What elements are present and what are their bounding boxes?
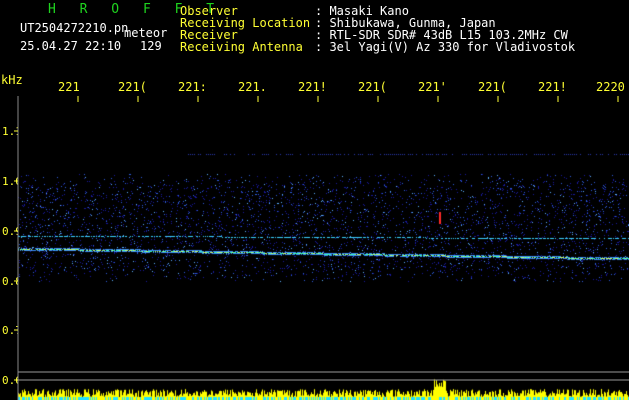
frequency-unit: kHz — [1, 73, 23, 87]
x-tick-label: 221( — [478, 80, 507, 94]
x-tick-marks — [77, 96, 619, 102]
antenna-row: Receiving Antenna : 3el Yagi(V) Az 330 f… — [180, 41, 575, 53]
x-tick-label: 221( — [358, 80, 387, 94]
x-tick-label: 221: — [178, 80, 207, 94]
x-tick-label: 2220 — [596, 80, 625, 94]
x-tick-label: 221. — [238, 80, 267, 94]
x-tick-label: 221! — [538, 80, 567, 94]
station-info: Observer : Masaki Kano Receiving Locatio… — [180, 5, 575, 53]
antenna-value: : 3el Yagi(V) Az 330 for Vladivostok — [315, 40, 576, 54]
y-tick-marks — [14, 130, 18, 381]
file-kind: meteor — [124, 26, 168, 40]
x-tick-label: 221 — [58, 80, 80, 94]
file-name: UT2504272210.pn — [20, 21, 129, 35]
meteor-count: 129 — [140, 39, 162, 53]
spectrogram-panel — [0, 96, 629, 400]
x-tick-label: 221' — [418, 80, 447, 94]
antenna-label: Receiving Antenna — [180, 40, 303, 54]
date-time: 25.04.27 22:10 — [20, 39, 122, 53]
x-tick-label: 221( — [118, 80, 147, 94]
axis-grid — [14, 96, 629, 400]
x-tick-label: 221! — [298, 80, 327, 94]
